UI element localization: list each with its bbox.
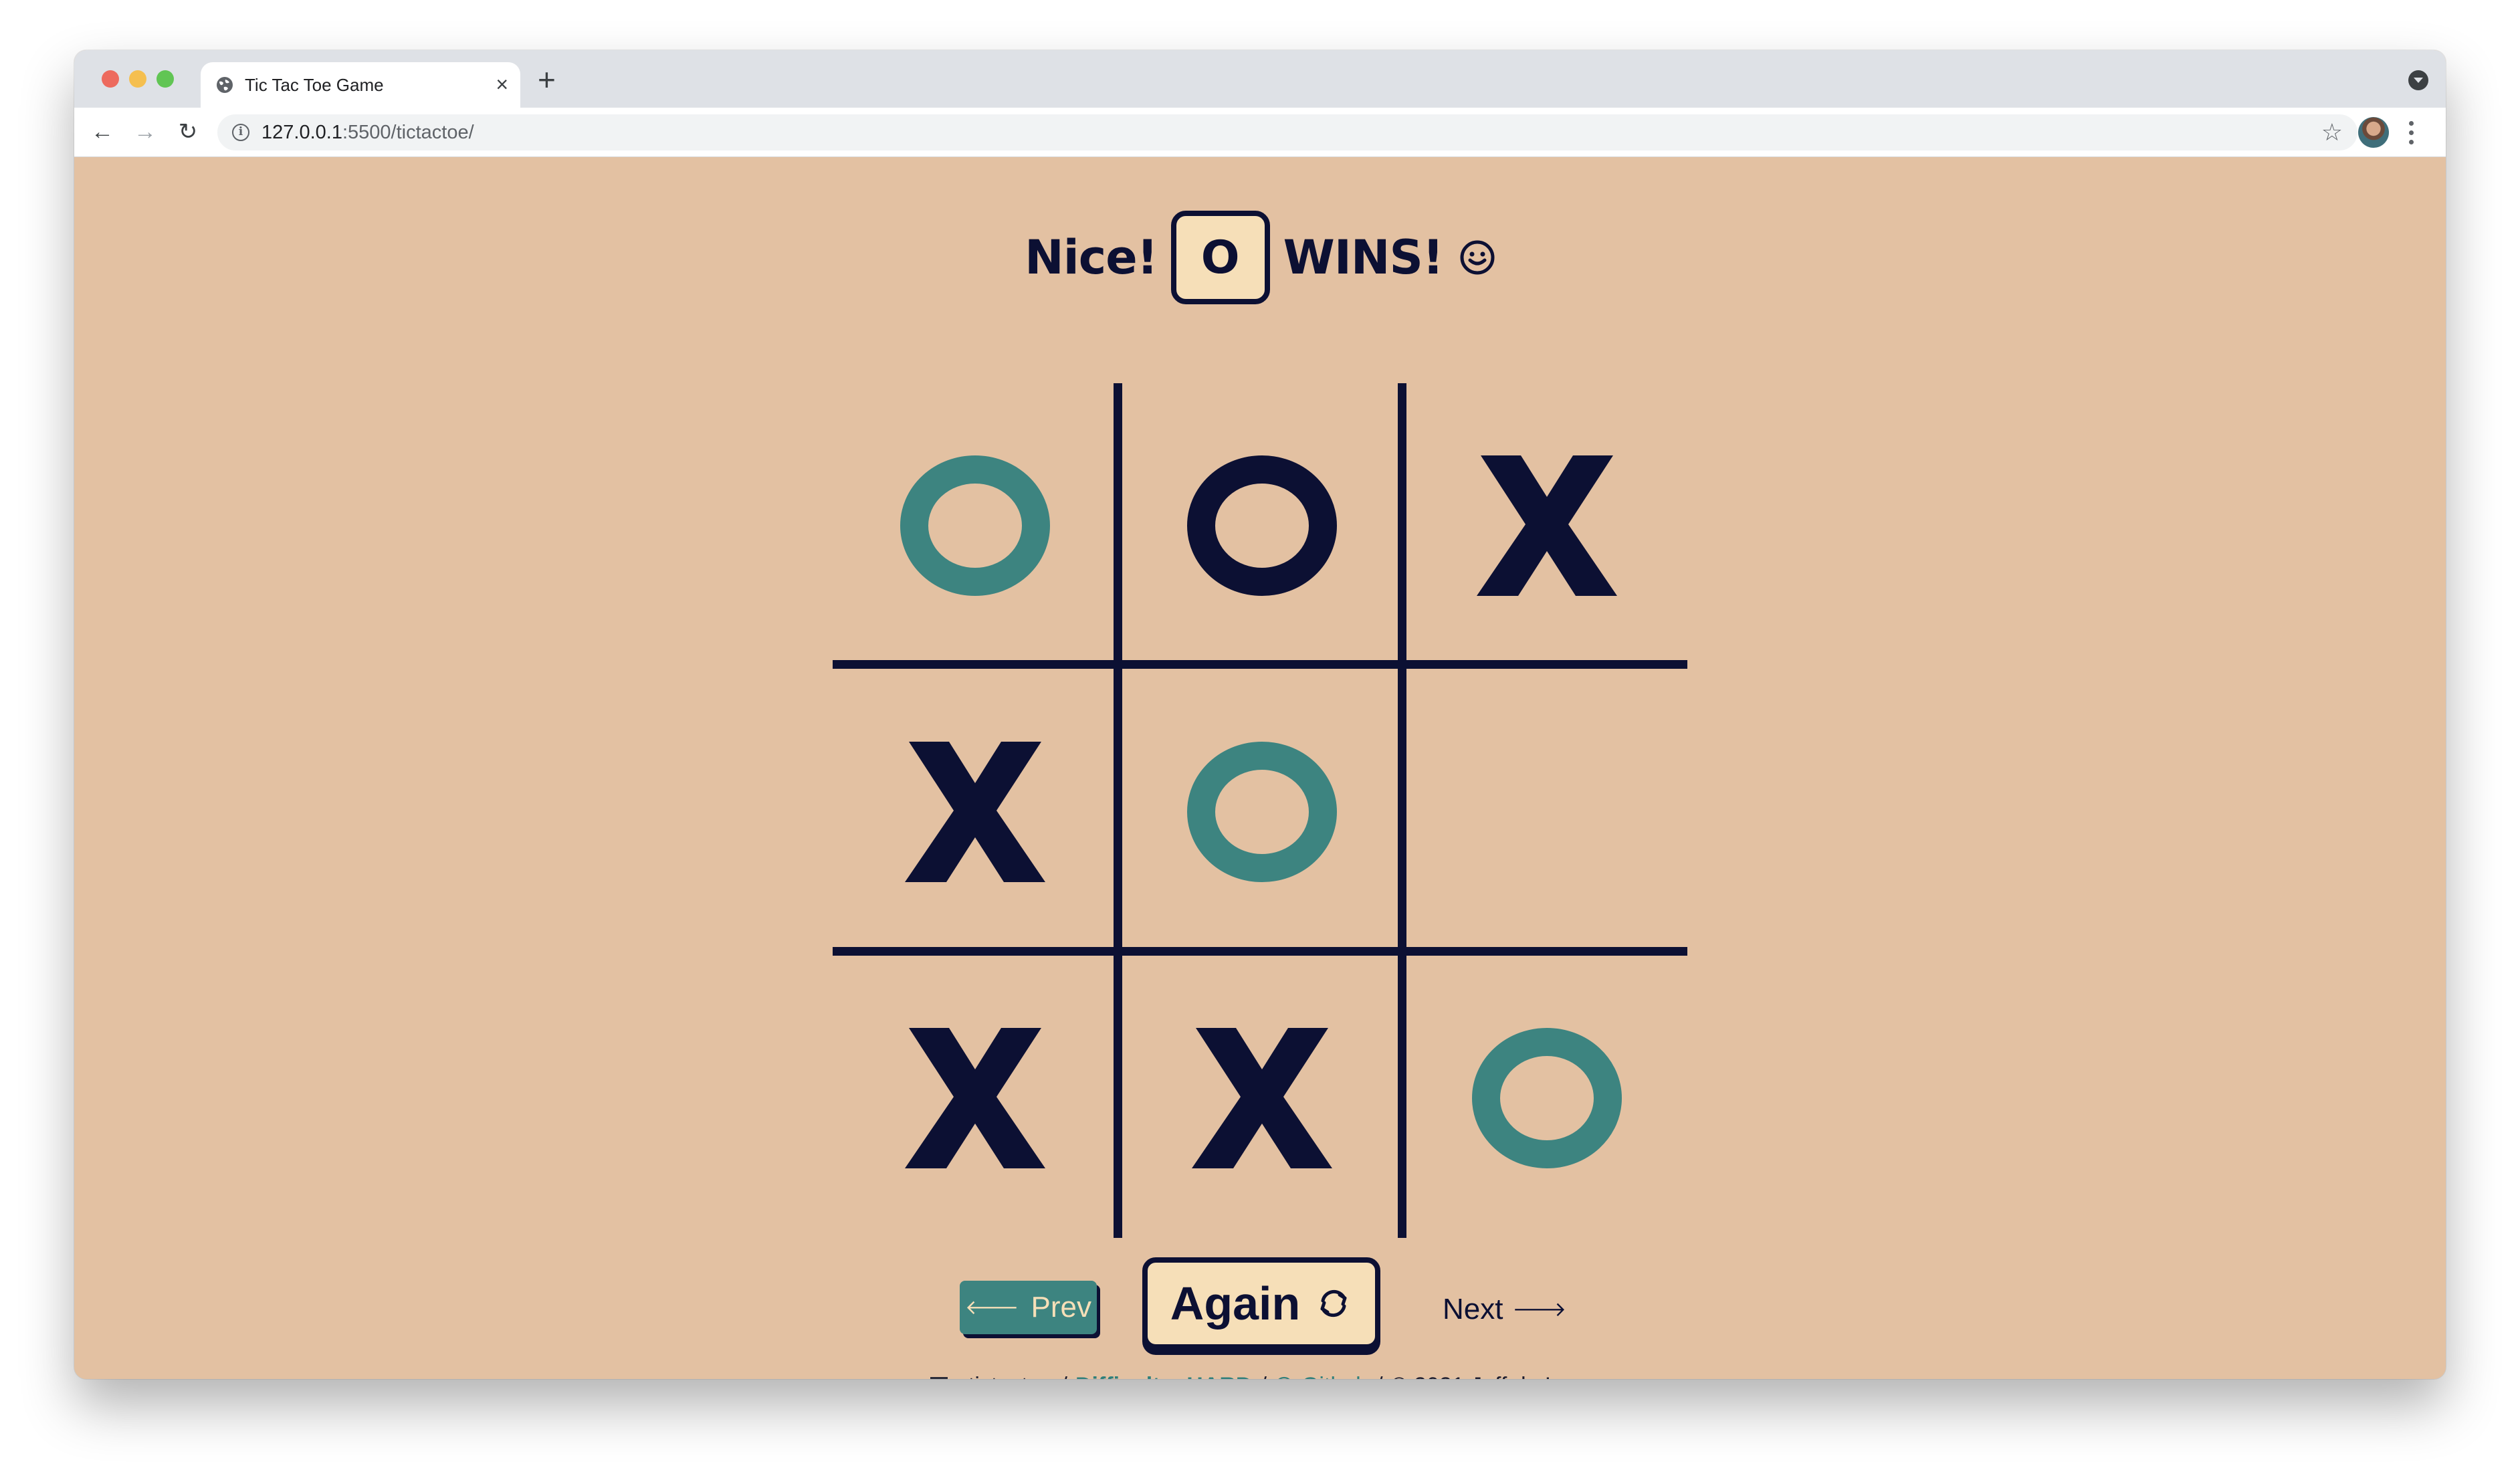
x-mark	[905, 1028, 1045, 1168]
status-suffix: WINS!	[1283, 230, 1444, 285]
x-mark	[1192, 1028, 1332, 1168]
next-label: Next	[1443, 1293, 1503, 1326]
url-path: :5500/tictactoe/	[342, 122, 474, 143]
board-cell[interactable]	[1404, 669, 1689, 954]
o-mark	[1187, 742, 1337, 882]
board-cell[interactable]	[833, 383, 1118, 668]
browser-window: Tic Tac Toe Game × + ← → ↻ i 127.0.0.1:5…	[74, 50, 2446, 1379]
browser-toolbar: ← → ↻ i 127.0.0.1:5500/tictactoe/ ☆	[74, 108, 2446, 157]
sync-icon	[1320, 1289, 1347, 1317]
url-host: 127.0.0.1	[261, 122, 342, 143]
reload-button[interactable]: ↻	[173, 117, 203, 146]
smile-icon	[1460, 240, 1495, 275]
game-status: Nice! O WINS!	[74, 211, 2446, 304]
winner-badge: O	[1170, 211, 1270, 304]
o-mark	[1187, 455, 1337, 596]
github-icon	[1278, 1376, 1290, 1379]
prev-button[interactable]: 🡐 Prev	[960, 1281, 1097, 1334]
board-cell[interactable]	[833, 956, 1118, 1241]
browser-menu-icon[interactable]	[2408, 118, 2414, 146]
close-window-button[interactable]	[102, 70, 119, 88]
forward-button[interactable]: →	[130, 117, 160, 146]
again-button[interactable]: Again	[1142, 1257, 1380, 1350]
footer-separator: /	[1376, 1373, 1382, 1380]
board-cell[interactable]	[1120, 956, 1404, 1241]
difficulty-toggle[interactable]: Difficulty: HARD	[1075, 1373, 1252, 1380]
board-cell[interactable]	[1404, 956, 1689, 1241]
next-button[interactable]: Next 🡒	[1443, 1286, 1566, 1333]
game-board	[833, 383, 1687, 1238]
maximize-window-button[interactable]	[156, 70, 174, 88]
globe-icon	[217, 77, 233, 93]
board-cell[interactable]	[833, 669, 1118, 954]
url-text[interactable]: 127.0.0.1:5500/tictactoe/	[261, 122, 474, 143]
tab-strip: Tic Tac Toe Game × +	[74, 50, 2446, 108]
footer: tictactoe / Difficulty: HARD / Github / …	[74, 1369, 2446, 1379]
tab-tic-tac-toe[interactable]: Tic Tac Toe Game ×	[201, 62, 520, 108]
tab-close-icon[interactable]: ×	[496, 73, 508, 96]
board-cell[interactable]	[1120, 669, 1404, 954]
board-cell[interactable]	[1404, 383, 1689, 668]
prev-label: Prev	[1031, 1291, 1091, 1324]
profile-avatar[interactable]	[2358, 117, 2389, 148]
x-mark	[1477, 455, 1617, 596]
arrow-right-icon: 🡒	[1512, 1299, 1566, 1321]
x-mark	[905, 742, 1045, 882]
back-button[interactable]: ←	[88, 117, 117, 146]
address-bar[interactable]: i 127.0.0.1:5500/tictactoe/ ☆	[217, 114, 2357, 150]
again-label: Again	[1170, 1277, 1301, 1330]
footer-copyright: © 2021 Jeff de Lara	[1391, 1373, 1591, 1380]
status-prefix: Nice!	[1025, 230, 1158, 285]
tab-search-icon[interactable]	[2408, 70, 2428, 90]
o-mark	[1472, 1028, 1622, 1168]
new-tab-button[interactable]: +	[538, 64, 556, 95]
github-link[interactable]: Github	[1301, 1373, 1368, 1380]
arrow-left-icon: 🡐	[965, 1297, 1019, 1319]
bookmark-star-icon[interactable]: ☆	[2321, 120, 2343, 145]
board-cell[interactable]	[1120, 383, 1404, 668]
qr-code-icon	[930, 1377, 948, 1379]
site-info-icon[interactable]: i	[232, 124, 249, 141]
o-mark	[900, 455, 1050, 596]
footer-separator: /	[1260, 1373, 1266, 1380]
tab-title: Tic Tac Toe Game	[245, 75, 384, 95]
minimize-window-button[interactable]	[129, 70, 146, 88]
footer-app-name: tictactoe	[968, 1373, 1053, 1380]
footer-separator: /	[1061, 1373, 1067, 1380]
game-page: Nice! O WINS! 🡐 Prev Again Next 🡒	[74, 157, 2446, 1379]
